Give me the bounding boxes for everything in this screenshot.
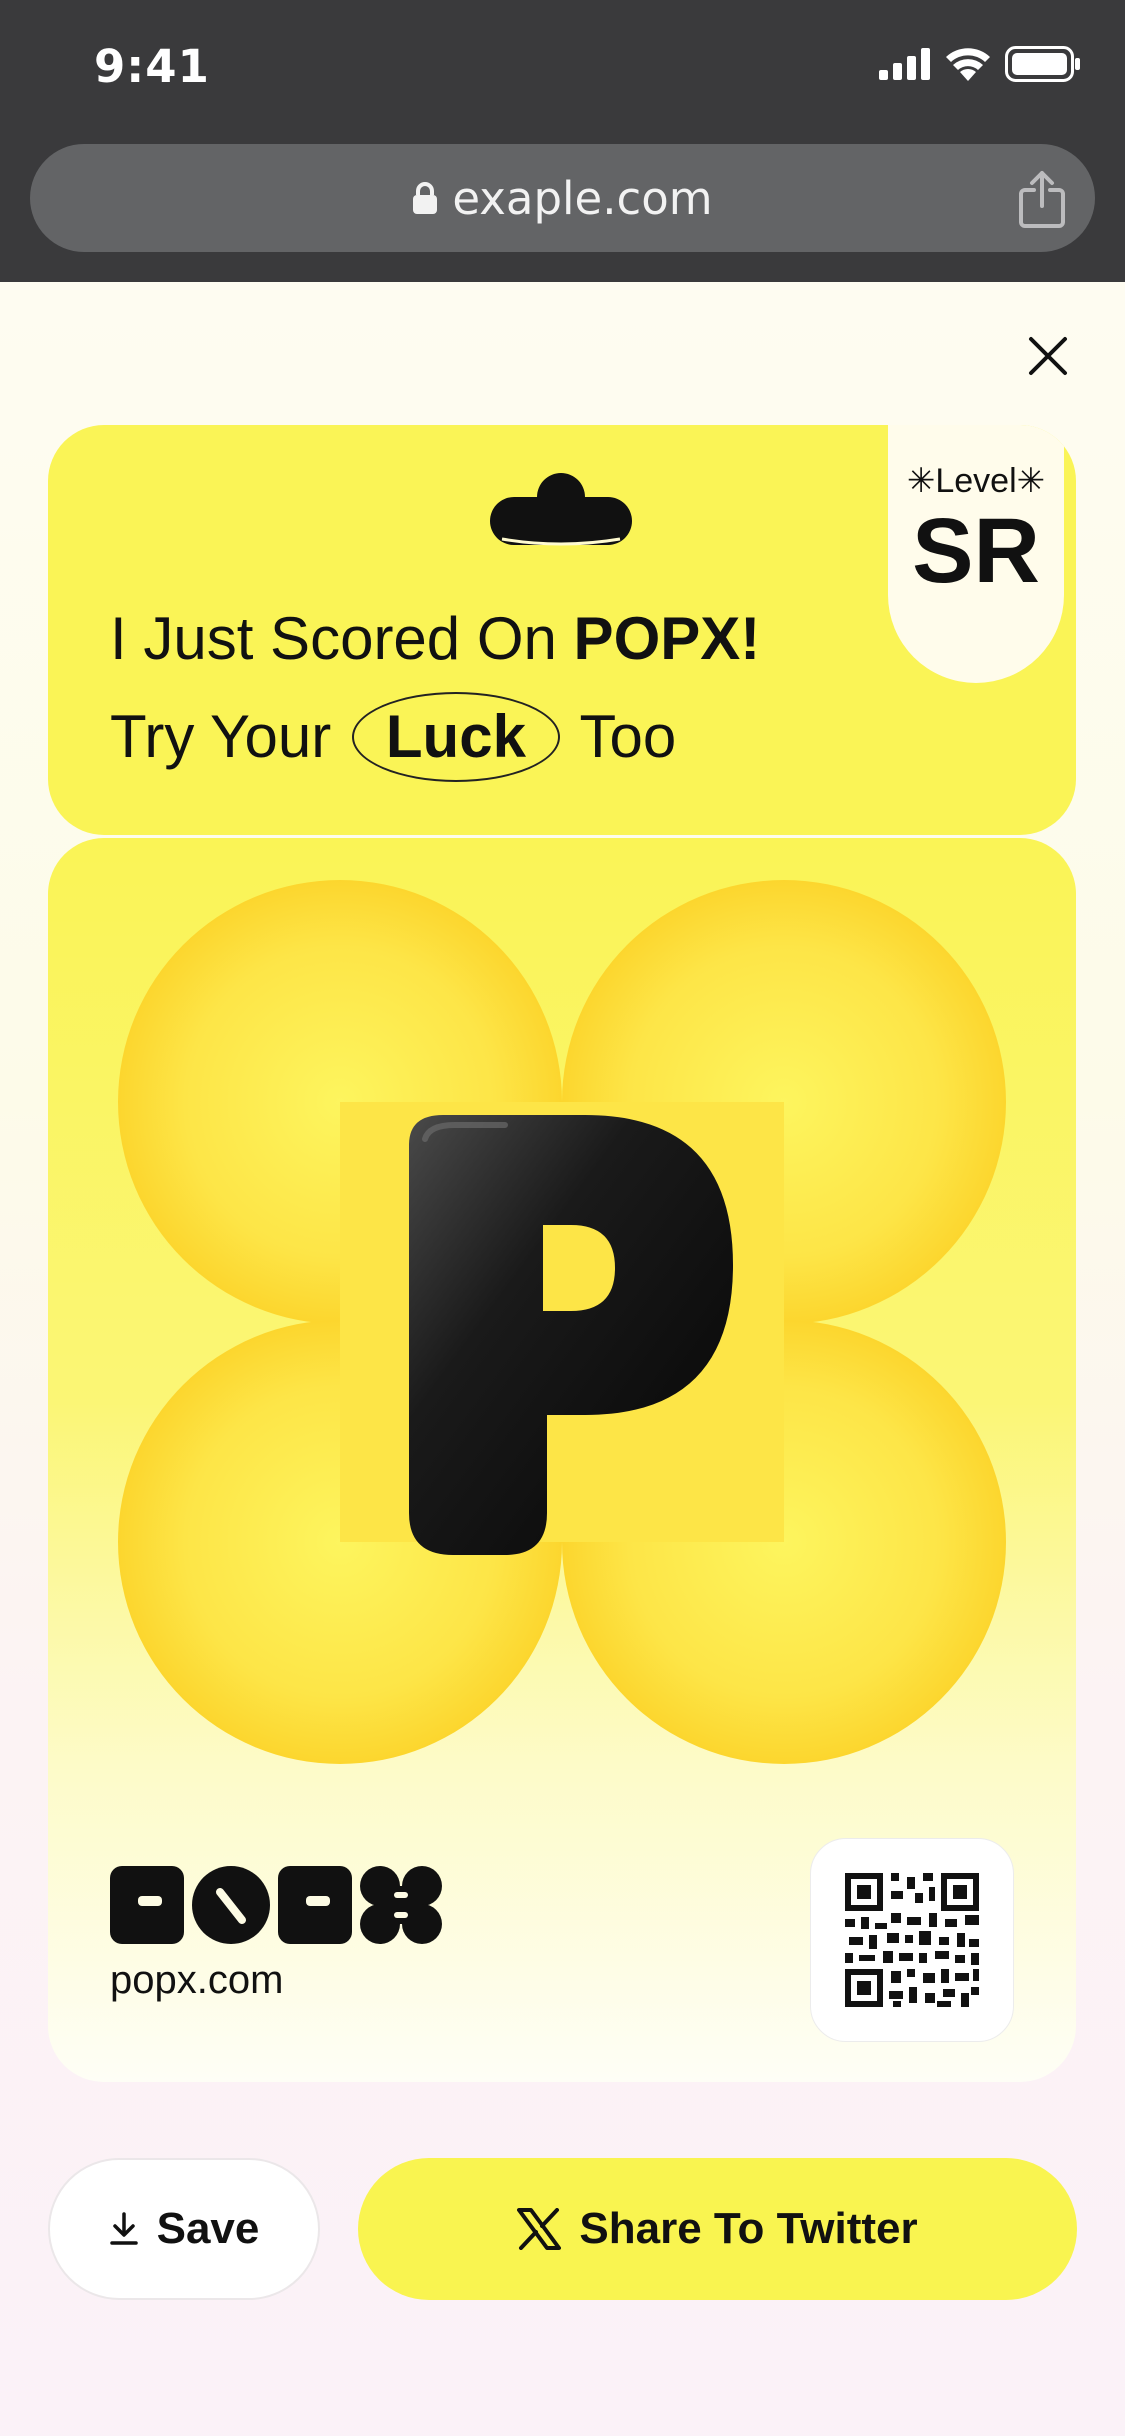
popx-logo (110, 1866, 442, 1944)
headline-line-2: Try Your Luck Too (110, 688, 760, 786)
battery-icon (1005, 46, 1080, 82)
prize-letter-p (409, 1115, 733, 1555)
qr-code-icon (845, 1873, 979, 2007)
headline-line2-prefix: Try Your (110, 703, 332, 770)
download-icon (109, 2212, 138, 2245)
x-logo-icon (517, 2208, 562, 2250)
qr-code (810, 1838, 1014, 2042)
status-time: 9:41 (94, 40, 210, 93)
luck-highlight: Luck (351, 688, 560, 786)
status-icons (879, 46, 1081, 82)
card-hanger-decoration (490, 473, 632, 546)
url-text: exaple.com (452, 171, 713, 225)
save-label: Save (156, 2204, 260, 2253)
close-icon (1029, 337, 1067, 375)
level-value: SR (912, 500, 1040, 602)
headline-prefix: I Just Scored On (110, 605, 574, 672)
level-label: ✳Level✳ (906, 462, 1046, 500)
share-icon[interactable] (1017, 170, 1067, 228)
lock-icon (413, 182, 438, 214)
headline-brand: POPX! (573, 605, 761, 672)
share-to-twitter-button[interactable]: Share To Twitter (358, 2158, 1077, 2300)
signal-icon (879, 48, 930, 80)
level-badge: ✳Level✳ SR (888, 425, 1064, 683)
wifi-icon (946, 48, 990, 81)
url-bar[interactable]: exaple.com (30, 144, 1095, 252)
close-button[interactable] (1020, 328, 1076, 384)
url-content: exaple.com (30, 144, 1095, 252)
share-card-header: I Just Scored On POPX! Try Your Luck Too… (48, 425, 1076, 835)
headline-line2-suffix: Too (579, 703, 677, 770)
browser-chrome: 9:41 exaple.com (0, 0, 1125, 282)
headline-line-1: I Just Scored On POPX! (110, 590, 760, 688)
luck-oval (351, 692, 560, 782)
headline: I Just Scored On POPX! Try Your Luck Too (110, 590, 760, 786)
brand-url: popx.com (110, 1958, 284, 2002)
share-to-twitter-label: Share To Twitter (579, 2204, 918, 2253)
save-button[interactable]: Save (48, 2158, 320, 2300)
